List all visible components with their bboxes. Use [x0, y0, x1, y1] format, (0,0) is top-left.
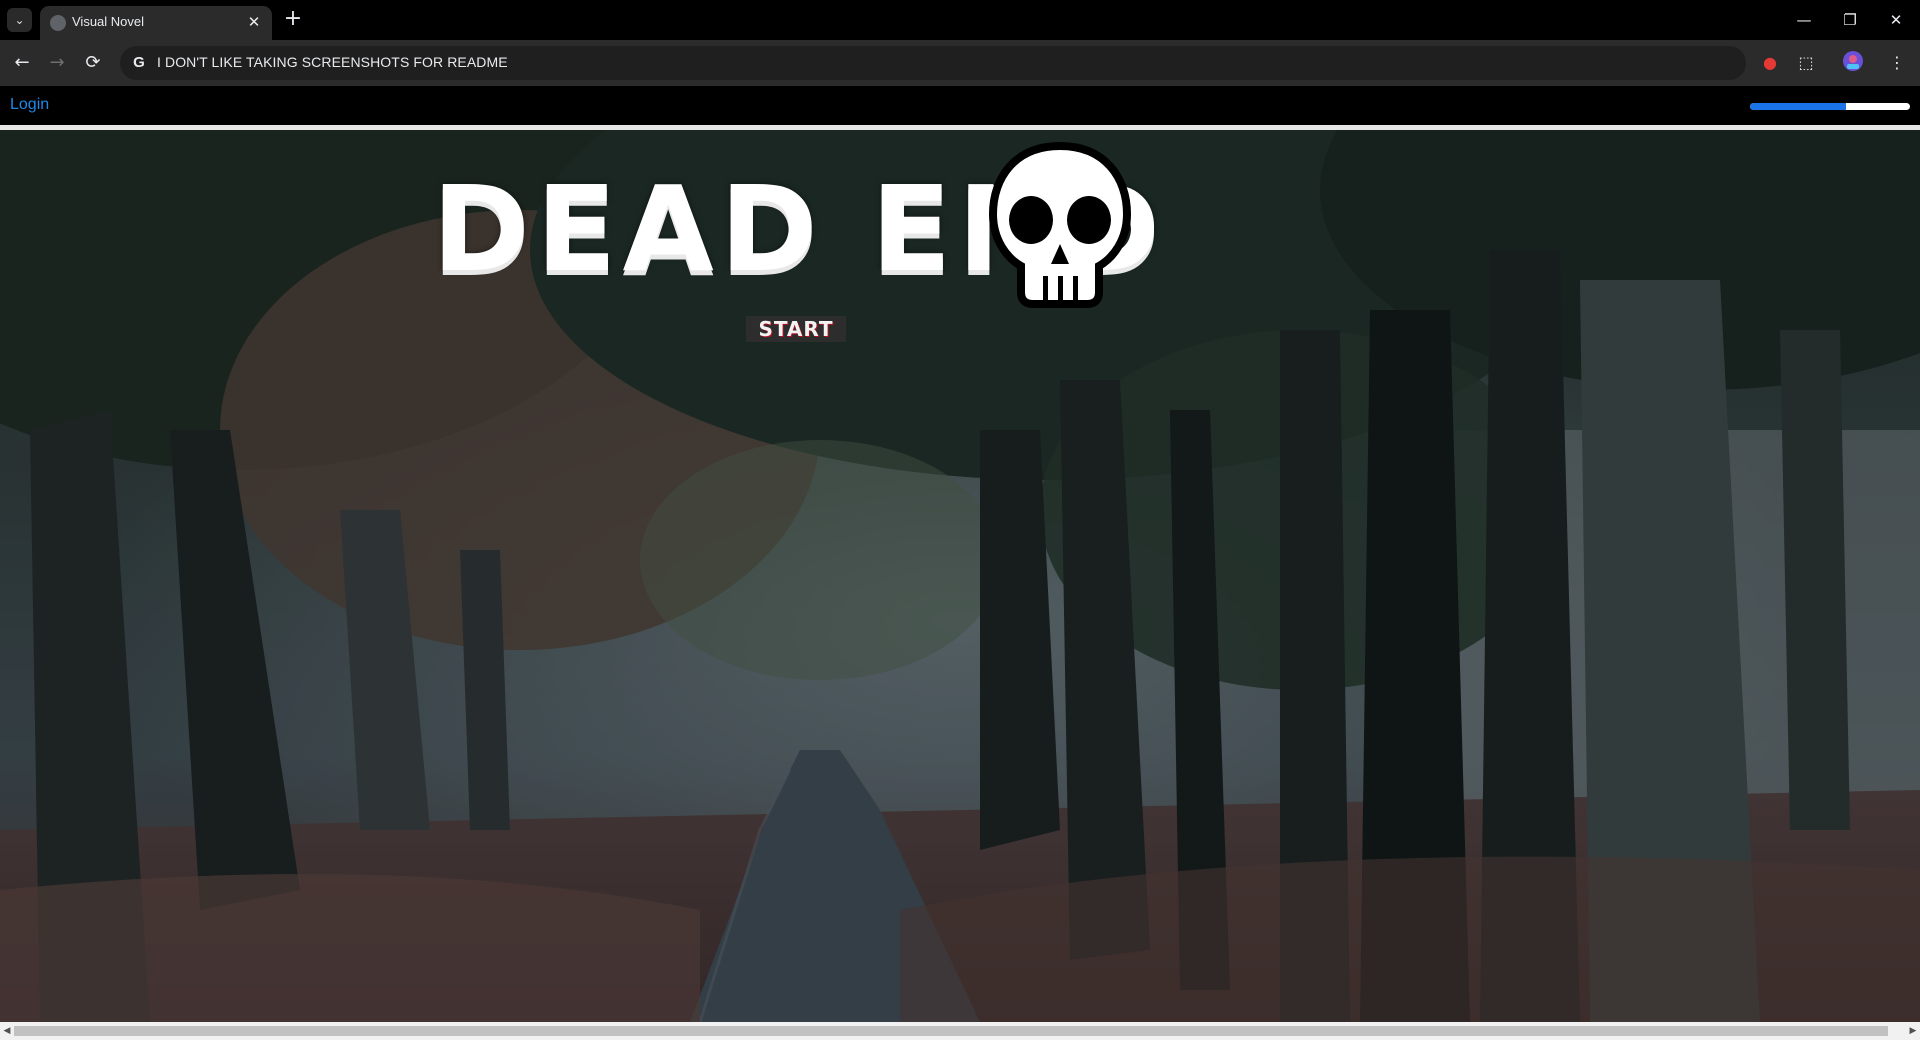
skull-icon [988, 141, 1132, 308]
back-button[interactable]: ← [8, 49, 36, 77]
horizontal-scrollbar[interactable]: ◀ ▶ [0, 1022, 1920, 1040]
browser-menu-button[interactable]: ⋮ [1884, 50, 1910, 76]
address-bar[interactable]: G I DON'T LIKE TAKING SCREENSHOTS FOR RE… [120, 46, 1746, 80]
google-icon: G [133, 54, 145, 71]
window-close-button[interactable]: ✕ [1876, 6, 1916, 34]
globe-icon [50, 15, 66, 31]
chevron-down-icon: ⌄ [14, 13, 25, 27]
tab-search-button[interactable]: ⌄ [7, 8, 32, 32]
address-text[interactable]: I DON'T LIKE TAKING SCREENSHOTS FOR READ… [157, 54, 508, 70]
scrollbar-thumb[interactable] [14, 1026, 1888, 1036]
game-scene: DEAD END START [0, 130, 1920, 1022]
page-header: Login [0, 86, 1920, 126]
restore-button[interactable]: ❐ [1830, 6, 1870, 34]
avatar[interactable] [1840, 50, 1866, 76]
scroll-left-arrow-icon[interactable]: ◀ [1, 1024, 13, 1038]
tab-title: Visual Novel [72, 14, 145, 29]
progress-fill [1750, 103, 1846, 110]
browser-tab[interactable]: Visual Novel ✕ [40, 6, 272, 40]
login-link[interactable]: Login [10, 96, 49, 114]
minimize-button[interactable]: — [1784, 6, 1824, 34]
browser-toolbar: ← → ⟳ G I DON'T LIKE TAKING SCREENSHOTS … [0, 40, 1920, 86]
close-tab-button[interactable]: ✕ [244, 12, 264, 32]
browser-tab-bar: ⌄ Visual Novel ✕ + — ❐ ✕ [0, 0, 1920, 40]
recorder-extension-icon[interactable]: ● [1757, 50, 1783, 76]
new-tab-button[interactable]: + [281, 8, 305, 32]
forward-button[interactable]: → [43, 49, 71, 77]
scroll-right-arrow-icon[interactable]: ▶ [1907, 1024, 1919, 1038]
start-button[interactable]: START [746, 316, 846, 342]
reload-button[interactable]: ⟳ [79, 49, 107, 77]
puzzle-icon[interactable]: ⬚ [1793, 50, 1819, 76]
progress-bar [1750, 103, 1910, 110]
